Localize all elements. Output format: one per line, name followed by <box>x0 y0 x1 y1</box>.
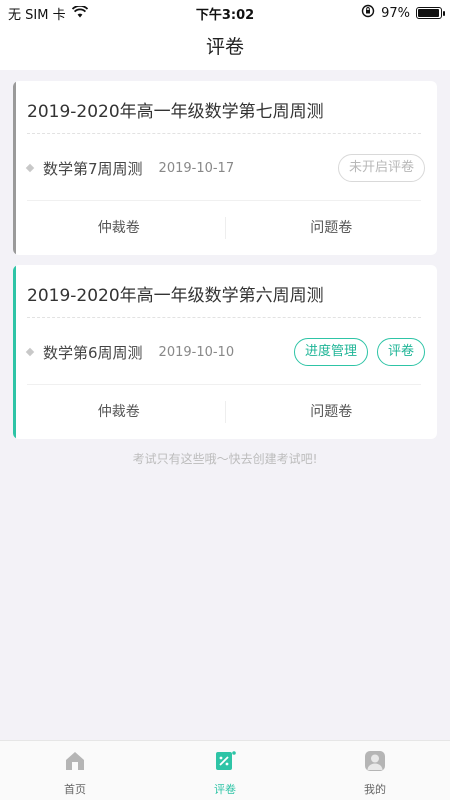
battery-percent: 97% <box>381 5 410 21</box>
grading-not-started-button: 未开启评卷 <box>337 154 425 182</box>
exam-card-title: 2019-2020年高一年级数学第六周周测 <box>27 286 324 306</box>
exam-name: 数学第6周周测 <box>43 343 143 362</box>
nav-bar: 评卷 <box>0 24 450 70</box>
orientation-lock-icon <box>361 4 375 22</box>
exam-card[interactable]: 2019-2020年高一年级数学第七周周测 数学第7周周测 2019-10-17… <box>13 81 437 255</box>
exam-card[interactable]: 2019-2020年高一年级数学第六周周测 数学第6周周测 2019-10-10… <box>13 265 437 439</box>
tab-bar: 首页 评卷 我的 <box>0 740 450 800</box>
tab-label: 首页 <box>64 783 86 796</box>
exam-date: 2019-10-10 <box>158 344 235 360</box>
tab-label: 评卷 <box>214 783 236 796</box>
problem-papers-button[interactable]: 问题卷 <box>226 385 438 439</box>
home-icon <box>63 749 87 777</box>
tab-home[interactable]: 首页 <box>0 741 150 800</box>
empty-hint: 考试只有这些哦～快去创建考试吧! <box>132 452 318 466</box>
progress-management-button[interactable]: 进度管理 <box>293 338 368 366</box>
exam-card-title: 2019-2020年高一年级数学第七周周测 <box>27 102 324 122</box>
grading-icon <box>213 749 237 777</box>
profile-icon <box>363 749 387 777</box>
tab-label: 我的 <box>364 783 386 796</box>
grade-button[interactable]: 评卷 <box>376 338 425 366</box>
diamond-bullet-icon <box>25 163 35 173</box>
dashed-divider <box>27 133 421 134</box>
diamond-bullet-icon <box>25 347 35 357</box>
exam-name: 数学第7周周测 <box>43 159 143 178</box>
problem-papers-button[interactable]: 问题卷 <box>226 201 438 255</box>
arbitration-papers-button[interactable]: 仲裁卷 <box>13 385 225 439</box>
tab-profile[interactable]: 我的 <box>300 741 450 800</box>
status-bar: 无 SIM 卡 下午3:02 97% <box>0 0 450 24</box>
page-title: 评卷 <box>205 36 244 58</box>
exam-date: 2019-10-17 <box>158 160 235 176</box>
arbitration-papers-button[interactable]: 仲裁卷 <box>13 201 225 255</box>
tab-grading[interactable]: 评卷 <box>150 741 300 800</box>
dashed-divider <box>27 317 421 318</box>
battery-icon <box>416 7 445 19</box>
